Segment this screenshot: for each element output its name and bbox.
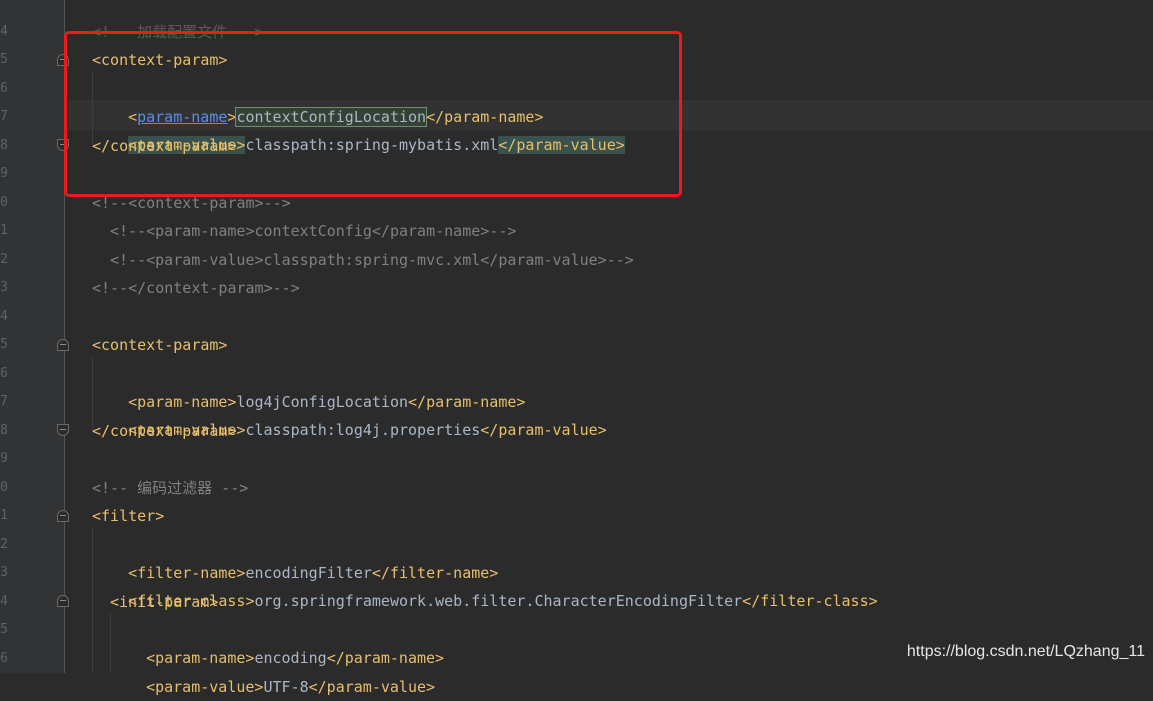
code-comment[interactable]: <!--<param-name>contextConfig</param-nam…	[110, 217, 516, 245]
line-number: 5	[0, 337, 8, 352]
watermark-text: https://blog.csdn.net/LQzhang_11	[906, 643, 1145, 660]
line-number: 8	[0, 423, 8, 438]
code-line[interactable]: <init-param>	[110, 588, 218, 616]
line-number: 7	[0, 109, 8, 124]
line-number: 0	[0, 195, 8, 210]
code-line[interactable]: <context-param>	[92, 331, 227, 359]
indent-guide	[110, 614, 111, 673]
code-text: UTF-8	[263, 678, 309, 696]
line-number: 1	[0, 508, 8, 523]
line-number: 5	[0, 52, 8, 67]
code-text: classpath:log4j.properties	[245, 421, 481, 439]
code-line[interactable]: <filter>	[92, 502, 164, 530]
line-number: 4	[0, 24, 8, 39]
line-number: 1	[0, 223, 8, 238]
annotation-highlight-box	[64, 31, 682, 197]
line-number: 3	[0, 565, 8, 580]
code-line[interactable]: <filter-class>org.springframework.web.fi…	[110, 559, 878, 610]
fold-end-icon[interactable]	[57, 424, 69, 436]
fold-collapse-icon[interactable]	[57, 510, 69, 522]
code-line[interactable]: <filter-name>encodingFilter</filter-name…	[110, 531, 498, 582]
line-number: 4	[0, 309, 8, 324]
indent-guide	[92, 528, 93, 673]
code-comment[interactable]: <!-- 编码过滤器 -->	[92, 474, 248, 502]
code-tag: </param-value>	[308, 678, 436, 696]
code-line[interactable]: <param-name>encoding</param-name>	[128, 616, 444, 667]
code-text: org.springframework.web.filter.Character…	[254, 592, 743, 610]
line-number: 6	[0, 366, 8, 381]
line-number: 9	[0, 166, 8, 181]
line-number: 2	[0, 252, 8, 267]
code-tag: </filter-class>	[742, 592, 878, 610]
line-number: 2	[0, 537, 8, 552]
line-number: 8	[0, 138, 8, 153]
line-number: 0	[0, 480, 8, 495]
code-line[interactable]: <param-value>classpath:log4j.properties<…	[110, 388, 607, 439]
code-tag: </param-value>	[480, 421, 607, 439]
line-number: 3	[0, 280, 8, 295]
code-tag: <param-value>	[146, 678, 264, 696]
line-number: 7	[0, 394, 8, 409]
line-number: 9	[0, 451, 8, 466]
line-number: 5	[0, 622, 8, 637]
code-line[interactable]: <param-name>log4jConfigLocation</param-n…	[110, 360, 525, 411]
code-comment[interactable]: <!--</context-param>-->	[92, 274, 300, 302]
code-comment[interactable]: <!--<param-value>classpath:spring-mvc.xm…	[110, 246, 634, 274]
fold-collapse-icon[interactable]	[57, 595, 69, 607]
code-line[interactable]: <param-value>UTF-8</param-value>	[128, 645, 435, 696]
fold-collapse-icon[interactable]	[57, 339, 69, 351]
line-number: 6	[0, 81, 8, 96]
line-number: 6	[0, 651, 8, 666]
line-number: 4	[0, 594, 8, 609]
line-number-gutter: 4 5 6 7 8 9 0 1 2 3 4 5 6 7 8 9 0 1 2 3 …	[0, 0, 65, 673]
code-line[interactable]: </context-param>	[92, 417, 237, 445]
